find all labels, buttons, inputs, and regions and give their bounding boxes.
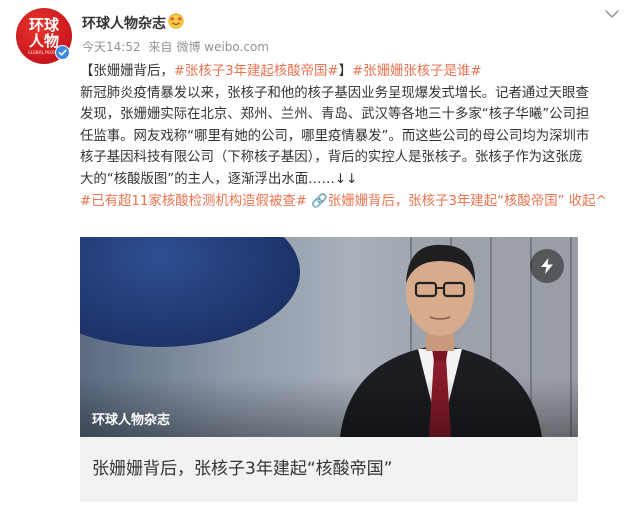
collapse-button[interactable]: 收起 xyxy=(565,194,596,209)
hashtag-link[interactable]: #张姗姗张核子是谁# xyxy=(352,64,482,79)
lightning-icon[interactable] xyxy=(530,249,564,283)
photo-gradient xyxy=(80,377,578,437)
hashtag-link[interactable]: #已有超11家核酸检测机构造假被查# xyxy=(80,194,307,209)
post-line-4: 任监事。网友戏称“哪里有她的公司，哪里疫情暴发”。而这些公司的母公司均为深圳市 xyxy=(80,128,590,144)
headline-bracket-open: 【张姗姗背后， xyxy=(80,64,174,79)
username[interactable]: 环球人物杂志 xyxy=(82,13,166,33)
post-line-3: 发现，张姗姗实际在北京、郑州、兰州、青岛、武汉等各地三十多家“核子华曦”公司担 xyxy=(80,107,590,123)
article-photo[interactable]: 环球人物杂志 xyxy=(80,237,578,437)
source-link[interactable]: 微博 weibo.com xyxy=(176,40,269,54)
photo-background-blue xyxy=(80,237,300,347)
post-line-2: 新冠肺炎疫情暴发以来，张核子和他的核子基因业务呈现爆发式增长。记者通过天眼查 xyxy=(80,85,589,101)
post-line-5: 核子基因科技有限公司（下称核子基因），背后的实控人是张核子。张核子作为这张庞 xyxy=(80,150,583,166)
photo-caption: 环球人物杂志 xyxy=(92,413,171,428)
post-meta: 今天14:52 来自 微博 weibo.com xyxy=(82,38,273,55)
post-line-1: 【张姗姗背后，#张核子3年建起核酸帝国#】#张姗姗张核子是谁# xyxy=(80,61,625,83)
heart-eyes-emoji-icon xyxy=(168,13,184,29)
verified-check-icon xyxy=(55,45,70,60)
headline-bracket-close: 】 xyxy=(338,64,352,79)
post-text: 【张姗姗背后，#张核子3年建起核酸帝国#】#张姗姗张核子是谁# 新冠肺炎疫情暴发… xyxy=(80,61,625,212)
article-link[interactable]: 🔗张姗姗背后，张核子3年建起“核酸帝国” xyxy=(307,194,564,209)
article-card[interactable]: 环球人物杂志 张姗姗背后，张核子3年建起“核酸帝国” xyxy=(80,237,578,502)
article-card-title[interactable]: 张姗姗背后，张核子3年建起“核酸帝国” xyxy=(92,454,392,479)
chevron-down-icon[interactable] xyxy=(603,6,621,20)
avatar-text-line1: 环球 xyxy=(28,16,59,34)
source-prefix: 来自 xyxy=(148,40,173,54)
post-line-7: #已有超11家核酸检测机构造假被查# 🔗张姗姗背后，张核子3年建起“核酸帝国” … xyxy=(80,191,625,213)
timestamp[interactable]: 今天14:52 xyxy=(82,40,141,54)
post-line-6: 大的“核酸版图”的主人，逐渐浮出水面……↓↓ xyxy=(80,171,358,187)
hashtag-link[interactable]: #张核子3年建起核酸帝国# xyxy=(174,64,339,79)
collapse-caret-icon[interactable]: ^ xyxy=(596,194,607,209)
weibo-post: 环球 人物 GLOBAL PEOPLE 环球人物杂志 今天14:52 来自 微博 … xyxy=(0,0,635,511)
